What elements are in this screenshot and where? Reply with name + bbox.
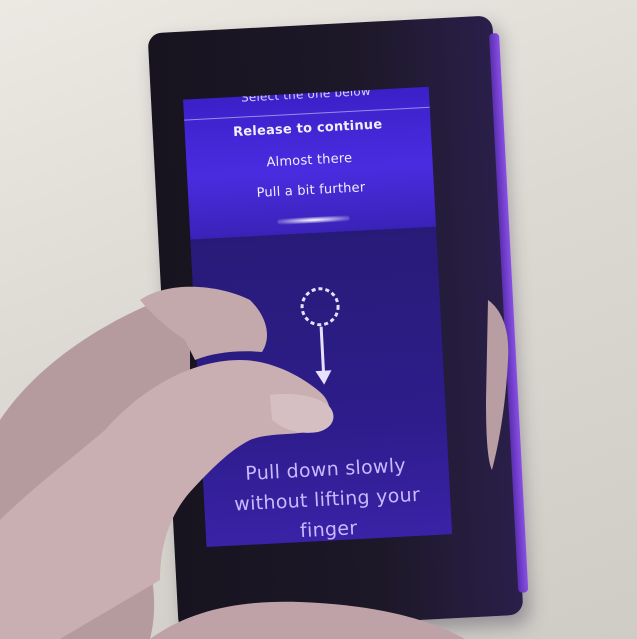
phone: Select the one below Release to continue… <box>147 15 529 633</box>
phone-screen[interactable]: Select the one below Release to continue… <box>183 86 453 548</box>
photo-scene: Select the one below Release to continue… <box>0 0 637 639</box>
tutorial-page: Pull down slowly without lifting your fi… <box>190 226 453 548</box>
pulley-hint-release[interactable]: Release to continue <box>185 115 431 143</box>
pulley-hint-pull[interactable]: Pull a bit further <box>188 177 434 205</box>
pulley-indicator <box>277 215 350 225</box>
pull-down-gesture-icon <box>300 287 340 385</box>
pulley-hint-almost[interactable]: Almost there <box>186 147 432 175</box>
instruction-line-1: Pull down slowly <box>244 454 407 485</box>
pulley-menu[interactable]: Select the one below Release to continue… <box>183 86 437 240</box>
instruction-line-2: without lifting your <box>233 483 421 516</box>
